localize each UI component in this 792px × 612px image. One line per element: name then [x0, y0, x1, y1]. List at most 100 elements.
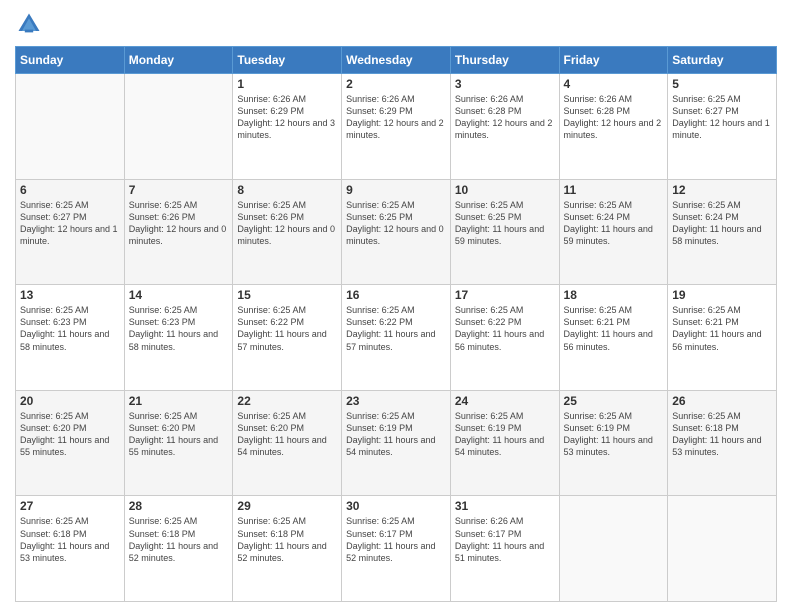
calendar-cell: 26 Sunrise: 6:25 AM Sunset: 6:18 PM Dayli… — [668, 390, 777, 496]
day-number: 17 — [455, 288, 555, 302]
calendar-header-sunday: Sunday — [16, 47, 125, 74]
day-number: 4 — [564, 77, 664, 91]
day-number: 14 — [129, 288, 229, 302]
day-info: Sunrise: 6:25 AM Sunset: 6:20 PM Dayligh… — [20, 410, 120, 459]
day-number: 5 — [672, 77, 772, 91]
calendar-header-tuesday: Tuesday — [233, 47, 342, 74]
day-number: 19 — [672, 288, 772, 302]
day-info: Sunrise: 6:26 AM Sunset: 6:29 PM Dayligh… — [237, 93, 337, 142]
day-info: Sunrise: 6:25 AM Sunset: 6:18 PM Dayligh… — [237, 515, 337, 564]
day-number: 9 — [346, 183, 446, 197]
calendar-cell: 19 Sunrise: 6:25 AM Sunset: 6:21 PM Dayli… — [668, 285, 777, 391]
calendar-header-friday: Friday — [559, 47, 668, 74]
logo — [15, 10, 47, 38]
day-number: 15 — [237, 288, 337, 302]
day-info: Sunrise: 6:26 AM Sunset: 6:29 PM Dayligh… — [346, 93, 446, 142]
calendar-week-1: 1 Sunrise: 6:26 AM Sunset: 6:29 PM Daylig… — [16, 74, 777, 180]
day-info: Sunrise: 6:25 AM Sunset: 6:24 PM Dayligh… — [564, 199, 664, 248]
day-info: Sunrise: 6:25 AM Sunset: 6:23 PM Dayligh… — [129, 304, 229, 353]
calendar-cell: 15 Sunrise: 6:25 AM Sunset: 6:22 PM Dayli… — [233, 285, 342, 391]
day-info: Sunrise: 6:25 AM Sunset: 6:27 PM Dayligh… — [20, 199, 120, 248]
calendar-cell: 11 Sunrise: 6:25 AM Sunset: 6:24 PM Dayli… — [559, 179, 668, 285]
day-info: Sunrise: 6:25 AM Sunset: 6:19 PM Dayligh… — [346, 410, 446, 459]
calendar-header-wednesday: Wednesday — [342, 47, 451, 74]
day-number: 12 — [672, 183, 772, 197]
day-info: Sunrise: 6:25 AM Sunset: 6:17 PM Dayligh… — [346, 515, 446, 564]
calendar-cell: 27 Sunrise: 6:25 AM Sunset: 6:18 PM Dayli… — [16, 496, 125, 602]
day-info: Sunrise: 6:25 AM Sunset: 6:24 PM Dayligh… — [672, 199, 772, 248]
day-info: Sunrise: 6:25 AM Sunset: 6:18 PM Dayligh… — [672, 410, 772, 459]
calendar-cell: 3 Sunrise: 6:26 AM Sunset: 6:28 PM Daylig… — [450, 74, 559, 180]
day-number: 10 — [455, 183, 555, 197]
day-info: Sunrise: 6:25 AM Sunset: 6:26 PM Dayligh… — [237, 199, 337, 248]
header — [15, 10, 777, 38]
calendar-table: SundayMondayTuesdayWednesdayThursdayFrid… — [15, 46, 777, 602]
calendar-cell: 14 Sunrise: 6:25 AM Sunset: 6:23 PM Dayli… — [124, 285, 233, 391]
day-info: Sunrise: 6:25 AM Sunset: 6:21 PM Dayligh… — [672, 304, 772, 353]
day-info: Sunrise: 6:25 AM Sunset: 6:22 PM Dayligh… — [237, 304, 337, 353]
day-info: Sunrise: 6:25 AM Sunset: 6:18 PM Dayligh… — [129, 515, 229, 564]
day-number: 26 — [672, 394, 772, 408]
day-number: 13 — [20, 288, 120, 302]
calendar-cell — [559, 496, 668, 602]
day-number: 1 — [237, 77, 337, 91]
calendar-cell: 18 Sunrise: 6:25 AM Sunset: 6:21 PM Dayli… — [559, 285, 668, 391]
calendar-week-5: 27 Sunrise: 6:25 AM Sunset: 6:18 PM Dayli… — [16, 496, 777, 602]
calendar-cell: 6 Sunrise: 6:25 AM Sunset: 6:27 PM Daylig… — [16, 179, 125, 285]
logo-icon — [15, 10, 43, 38]
day-number: 20 — [20, 394, 120, 408]
day-info: Sunrise: 6:25 AM Sunset: 6:22 PM Dayligh… — [455, 304, 555, 353]
calendar-week-4: 20 Sunrise: 6:25 AM Sunset: 6:20 PM Dayli… — [16, 390, 777, 496]
day-info: Sunrise: 6:25 AM Sunset: 6:20 PM Dayligh… — [129, 410, 229, 459]
calendar-header-row: SundayMondayTuesdayWednesdayThursdayFrid… — [16, 47, 777, 74]
day-info: Sunrise: 6:25 AM Sunset: 6:26 PM Dayligh… — [129, 199, 229, 248]
day-number: 30 — [346, 499, 446, 513]
day-number: 11 — [564, 183, 664, 197]
day-number: 18 — [564, 288, 664, 302]
day-number: 2 — [346, 77, 446, 91]
calendar-cell: 4 Sunrise: 6:26 AM Sunset: 6:28 PM Daylig… — [559, 74, 668, 180]
day-info: Sunrise: 6:25 AM Sunset: 6:19 PM Dayligh… — [564, 410, 664, 459]
calendar-cell: 21Sunrise: 6:25 AM Sunset: 6:20 PM Dayli… — [124, 390, 233, 496]
day-info: Sunrise: 6:25 AM Sunset: 6:27 PM Dayligh… — [672, 93, 772, 142]
day-info: Sunrise: 6:26 AM Sunset: 6:17 PM Dayligh… — [455, 515, 555, 564]
calendar-cell: 28 Sunrise: 6:25 AM Sunset: 6:18 PM Dayli… — [124, 496, 233, 602]
calendar-cell: 1 Sunrise: 6:26 AM Sunset: 6:29 PM Daylig… — [233, 74, 342, 180]
day-number: 6 — [20, 183, 120, 197]
calendar-header-thursday: Thursday — [450, 47, 559, 74]
day-info: Sunrise: 6:25 AM Sunset: 6:20 PM Dayligh… — [237, 410, 337, 459]
day-number: 29 — [237, 499, 337, 513]
calendar-cell: 10 Sunrise: 6:25 AM Sunset: 6:25 PM Dayli… — [450, 179, 559, 285]
day-number: 3 — [455, 77, 555, 91]
day-info: Sunrise: 6:25 AM Sunset: 6:21 PM Dayligh… — [564, 304, 664, 353]
day-info: Sunrise: 6:25 AM Sunset: 6:23 PM Dayligh… — [20, 304, 120, 353]
calendar-header-saturday: Saturday — [668, 47, 777, 74]
day-number: 28 — [129, 499, 229, 513]
page: SundayMondayTuesdayWednesdayThursdayFrid… — [0, 0, 792, 612]
day-number: 27 — [20, 499, 120, 513]
calendar-cell — [668, 496, 777, 602]
day-number: 8 — [237, 183, 337, 197]
day-info: Sunrise: 6:26 AM Sunset: 6:28 PM Dayligh… — [564, 93, 664, 142]
day-number: 23 — [346, 394, 446, 408]
day-number: 22 — [237, 394, 337, 408]
calendar-cell: 31Sunrise: 6:26 AM Sunset: 6:17 PM Dayli… — [450, 496, 559, 602]
calendar-week-3: 13 Sunrise: 6:25 AM Sunset: 6:23 PM Dayli… — [16, 285, 777, 391]
calendar-cell: 25 Sunrise: 6:25 AM Sunset: 6:19 PM Dayli… — [559, 390, 668, 496]
day-info: Sunrise: 6:26 AM Sunset: 6:28 PM Dayligh… — [455, 93, 555, 142]
calendar-cell: 16Sunrise: 6:25 AM Sunset: 6:22 PM Dayli… — [342, 285, 451, 391]
day-info: Sunrise: 6:25 AM Sunset: 6:18 PM Dayligh… — [20, 515, 120, 564]
day-number: 25 — [564, 394, 664, 408]
calendar-cell: 24Sunrise: 6:25 AM Sunset: 6:19 PM Dayli… — [450, 390, 559, 496]
calendar-header-monday: Monday — [124, 47, 233, 74]
calendar-cell: 8 Sunrise: 6:25 AM Sunset: 6:26 PM Daylig… — [233, 179, 342, 285]
calendar-cell: 17 Sunrise: 6:25 AM Sunset: 6:22 PM Dayli… — [450, 285, 559, 391]
calendar-cell: 2 Sunrise: 6:26 AM Sunset: 6:29 PM Daylig… — [342, 74, 451, 180]
day-number: 16 — [346, 288, 446, 302]
calendar-cell — [124, 74, 233, 180]
day-info: Sunrise: 6:25 AM Sunset: 6:19 PM Dayligh… — [455, 410, 555, 459]
day-info: Sunrise: 6:25 AM Sunset: 6:25 PM Dayligh… — [455, 199, 555, 248]
calendar-cell: 5 Sunrise: 6:25 AM Sunset: 6:27 PM Daylig… — [668, 74, 777, 180]
day-number: 7 — [129, 183, 229, 197]
calendar-cell: 9Sunrise: 6:25 AM Sunset: 6:25 PM Daylig… — [342, 179, 451, 285]
